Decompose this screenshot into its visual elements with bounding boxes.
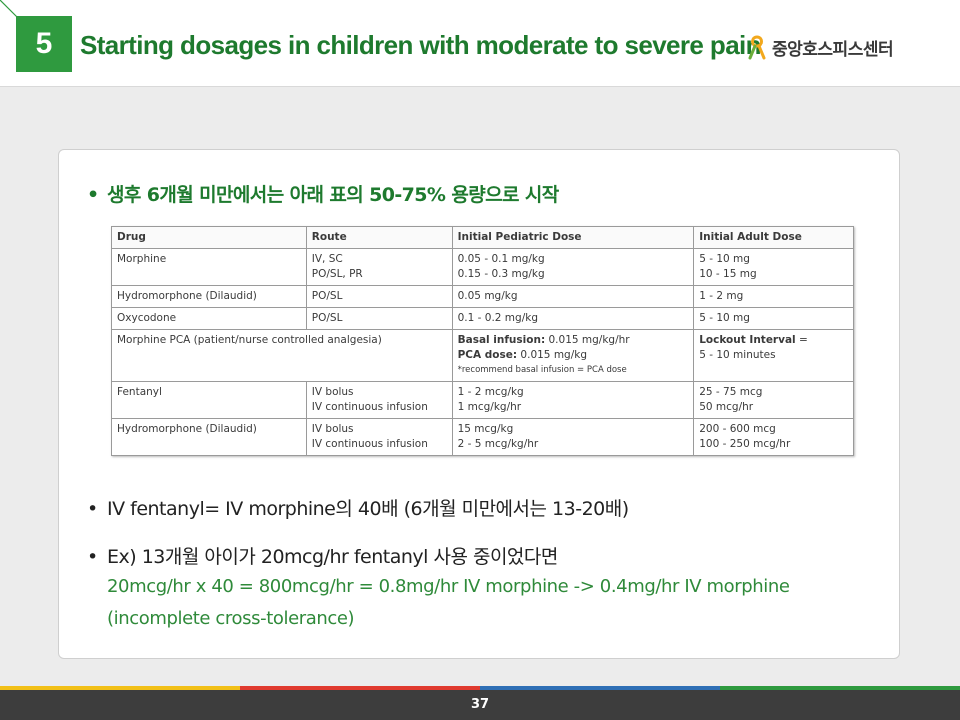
route-cell: PO/SL	[305, 307, 453, 330]
page-number: 37	[470, 697, 490, 712]
cell-line: 50 mcg/hr	[699, 401, 754, 413]
adult-dose-cell: Lockout Interval = 5 - 10 minutes	[693, 329, 854, 382]
bullet-text: 생후 6개월 미만에서는 아래 표의 50-75% 용량으로 시작	[107, 184, 559, 206]
header-cell: Initial Pediatric Dose	[451, 226, 695, 249]
content-card: • 생후 6개월 미만에서는 아래 표의 50-75% 용량으로 시작 Drug …	[58, 149, 900, 659]
cell-line: 15 mcg/kg	[457, 423, 514, 435]
bullet-example: • Ex) 13개월 아이가 20mcg/hr fentanyl 사용 중이었다면	[87, 542, 558, 569]
brand-logo: 중앙호스피스센터	[746, 34, 894, 60]
bullet-fentanyl-ratio: • IV fentanyl= IV morphine의 40배 (6개월 미만에서…	[87, 494, 629, 521]
adult-dose-cell: 5 - 10 mg	[693, 307, 854, 330]
bullet-infant-dosing: • 생후 6개월 미만에서는 아래 표의 50-75% 용량으로 시작	[87, 180, 559, 207]
cell-line: PO/SL, PR	[311, 268, 363, 280]
cell-line: 1 mcg/kg/hr	[457, 401, 522, 413]
drug-cell: Fentanyl	[111, 381, 307, 419]
example-note: (incomplete cross-tolerance)	[107, 608, 355, 629]
pca-value: 0.015 mg/kg	[517, 349, 588, 361]
table-row: Morphine PCA (patient/nurse controlled a…	[111, 329, 854, 382]
cell-line: 5 - 10 minutes	[699, 349, 776, 361]
header-cell: Drug	[111, 226, 307, 249]
route-cell: PO/SL	[305, 285, 453, 308]
drug-cell: Morphine	[111, 248, 307, 286]
header-divider	[0, 86, 960, 87]
cell-line: 0.15 - 0.3 mg/kg	[457, 268, 545, 280]
cell-line: PCA dose: 0.015 mg/kg	[458, 348, 689, 363]
basal-label: Basal infusion:	[457, 334, 546, 346]
table-row: Morphine IV, SC PO/SL, PR 0.05 - 0.1 mg/k…	[111, 248, 854, 286]
header-cell: Route	[305, 226, 453, 249]
drug-cell: Morphine PCA (patient/nurse controlled a…	[111, 329, 453, 382]
ped-dose-cell: 0.1 - 0.2 mg/kg	[451, 307, 695, 330]
table-row: Fentanyl IV bolus IV continuous infusion …	[111, 381, 854, 419]
pca-label: PCA dose:	[457, 349, 518, 361]
route-cell: IV bolus IV continuous infusion	[305, 381, 453, 419]
cell-line: 200 - 600 mcg	[699, 423, 776, 435]
cell-line: IV continuous infusion	[311, 438, 428, 450]
route-cell: IV bolus IV continuous infusion	[305, 418, 453, 456]
brand-name: 중앙호스피스센터	[772, 39, 894, 60]
cell-line: 1 - 2 mcg/kg	[457, 386, 524, 398]
cell-line: Lockout Interval =	[699, 333, 848, 348]
table-row: Hydromorphone (Dilaudid) PO/SL 0.05 mg/k…	[111, 285, 854, 308]
bullet-dot: •	[87, 184, 99, 206]
table-row: Hydromorphone (Dilaudid) IV bolus IV cont…	[111, 418, 854, 456]
ped-dose-cell: 15 mcg/kg 2 - 5 mcg/kg/hr	[451, 418, 695, 456]
footer-bar: 37	[0, 690, 960, 720]
bullet-dot: •	[87, 498, 98, 520]
cell-line: IV bolus	[311, 423, 354, 435]
cell-line: 2 - 5 mcg/kg/hr	[457, 438, 539, 450]
slide-title: Starting dosages in children with modera…	[80, 30, 762, 60]
ped-dose-cell: 0.05 - 0.1 mg/kg 0.15 - 0.3 mg/kg	[451, 248, 695, 286]
ped-dose-cell: 0.05 mg/kg	[451, 285, 695, 308]
cell-line: IV, SC	[311, 253, 343, 265]
cell-line: 0.05 - 0.1 mg/kg	[457, 253, 545, 265]
bullet-text: Ex) 13개월 아이가 20mcg/hr fentanyl 사용 중이었다면	[107, 546, 558, 568]
ped-dose-cell: 1 - 2 mcg/kg 1 mcg/kg/hr	[451, 381, 695, 419]
basal-value: 0.015 mg/kg/hr	[545, 334, 630, 346]
slide-header: 5 Starting dosages in children with mode…	[0, 0, 960, 86]
drug-cell: Oxycodone	[111, 307, 307, 330]
cell-note: *recommend basal infusion = PCA dose	[457, 365, 627, 375]
example-calculation: 20mcg/hr x 40 = 800mcg/hr = 0.8mg/hr IV …	[107, 576, 790, 597]
cell-line: Basal infusion: 0.015 mg/kg/hr	[458, 333, 689, 348]
table-row: Oxycodone PO/SL 0.1 - 0.2 mg/kg 5 - 10 m…	[111, 307, 854, 330]
route-cell: IV, SC PO/SL, PR	[305, 248, 453, 286]
adult-dose-cell: 1 - 2 mg	[693, 285, 854, 308]
lockout-label: Lockout Interval	[699, 334, 796, 346]
dosage-table: Drug Route Initial Pediatric Dose Initia…	[111, 226, 854, 456]
drug-cell: Hydromorphone (Dilaudid)	[111, 418, 307, 456]
adult-dose-cell: 5 - 10 mg 10 - 15 mg	[693, 248, 854, 286]
slide-number-badge: 5	[16, 16, 72, 72]
cell-line: IV bolus	[311, 386, 354, 398]
lockout-suffix: =	[795, 334, 808, 346]
header-cell: Initial Adult Dose	[693, 226, 854, 249]
ribbon-logo-icon	[748, 35, 766, 60]
cell-line: 25 - 75 mcg	[699, 386, 763, 398]
cell-line: 100 - 250 mcg/hr	[699, 438, 791, 450]
ped-dose-cell: Basal infusion: 0.015 mg/kg/hr PCA dose:…	[451, 329, 695, 382]
bullet-text: IV fentanyl= IV morphine의 40배 (6개월 미만에서는…	[107, 498, 629, 520]
bullet-dot: •	[87, 546, 98, 568]
table-header-row: Drug Route Initial Pediatric Dose Initia…	[111, 226, 854, 249]
adult-dose-cell: 25 - 75 mcg 50 mcg/hr	[693, 381, 854, 419]
adult-dose-cell: 200 - 600 mcg 100 - 250 mcg/hr	[693, 418, 854, 456]
cell-line: 10 - 15 mg	[699, 268, 757, 280]
cell-line: 5 - 10 mg	[699, 253, 750, 265]
drug-cell: Hydromorphone (Dilaudid)	[111, 285, 307, 308]
cell-line: IV continuous infusion	[311, 401, 428, 413]
